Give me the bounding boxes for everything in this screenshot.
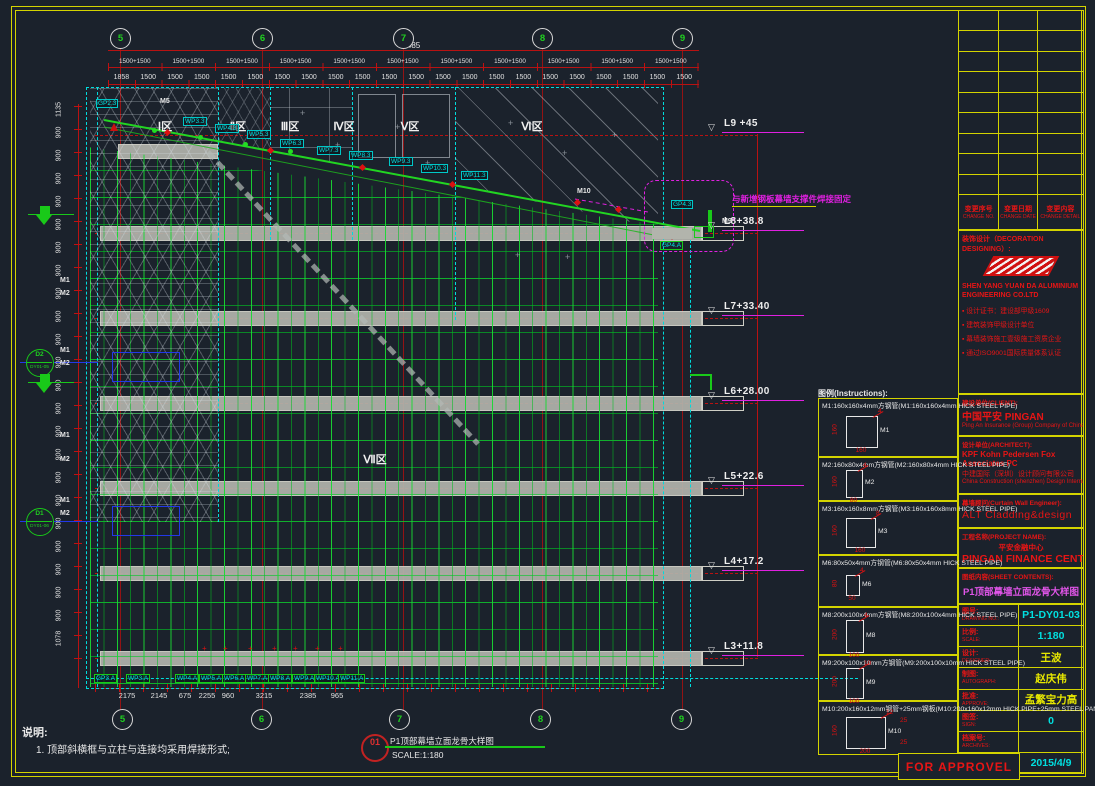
legend-section-diagram bbox=[846, 620, 864, 653]
legend-item-label: M6:80x50x4mm方钢管(M6:80x50x4mm HICK STEEL … bbox=[822, 557, 1002, 567]
legend-section-diagram bbox=[846, 717, 886, 749]
legend-item-label: M8:200x100x4mm方钢管(M8:200x100x4mm HICK ST… bbox=[822, 609, 1017, 619]
legend-section-diagram bbox=[846, 416, 878, 448]
legend-section-diagram bbox=[846, 575, 860, 596]
legend-member-code: M10 bbox=[888, 728, 901, 735]
legend-dim-height: 160 bbox=[832, 522, 839, 540]
legend-dim-height: 200 bbox=[832, 625, 839, 643]
legend-section-diagram bbox=[846, 518, 876, 548]
legend-dim-height: 200 bbox=[832, 672, 839, 690]
legend-dim-height: 160 bbox=[832, 722, 839, 740]
legend-dim-width: 50 bbox=[842, 595, 862, 602]
legend-member-code: M3 bbox=[878, 528, 887, 535]
approval-stamp-text: FOR APPROVEL bbox=[906, 760, 1012, 774]
approval-stamp: FOR APPROVEL bbox=[898, 753, 1020, 780]
legend-dim-height: 160 bbox=[832, 473, 839, 491]
legend-member-code: M1 bbox=[880, 427, 889, 434]
legend-dim-height: 80 bbox=[832, 574, 839, 592]
cad-sheet: 与新增钢板幕墙支撑件焊接固定 57485 说明: 1. 顶部斜横框与立柱与连接均… bbox=[0, 0, 1095, 786]
legend-item-label: M10:200x160x12mm钢管+25mm钢板(M10:200x160x12… bbox=[822, 703, 1095, 713]
legend-item-label: M1:160x160x4mm方钢管(M1:160x160x4mm HICK ST… bbox=[822, 400, 1017, 410]
legend-item-label: M3:160x160x8mm方钢管(M3:160x160x8mm HICK ST… bbox=[822, 503, 1017, 513]
legend-dim-panel: 25 bbox=[900, 739, 907, 746]
legend-member-code: M2 bbox=[865, 479, 874, 486]
legend-section-diagram bbox=[846, 470, 863, 498]
legend-dim-panel: 25 bbox=[900, 717, 907, 724]
legend: M1:160x160x4mm方钢管(M1:160x160x4mm HICK ST… bbox=[0, 0, 1095, 786]
legend-member-code: M9 bbox=[866, 679, 875, 686]
legend-dim-height: 160 bbox=[832, 421, 839, 439]
legend-dim-width: 160 bbox=[842, 447, 880, 454]
legend-section-diagram bbox=[846, 668, 864, 699]
legend-item-label: M2:160x80x4mm方钢管(M2:160x80x4mm HICK STEE… bbox=[822, 459, 1010, 469]
legend-item-label: M9:200x100x10mm方钢管(M9:200x100x10mm HICK … bbox=[822, 657, 1025, 667]
legend-dim-width: 200 bbox=[842, 748, 888, 755]
legend-member-code: M8 bbox=[866, 632, 875, 639]
legend-dim-width: 160 bbox=[842, 547, 878, 554]
legend-member-code: M6 bbox=[862, 581, 871, 588]
